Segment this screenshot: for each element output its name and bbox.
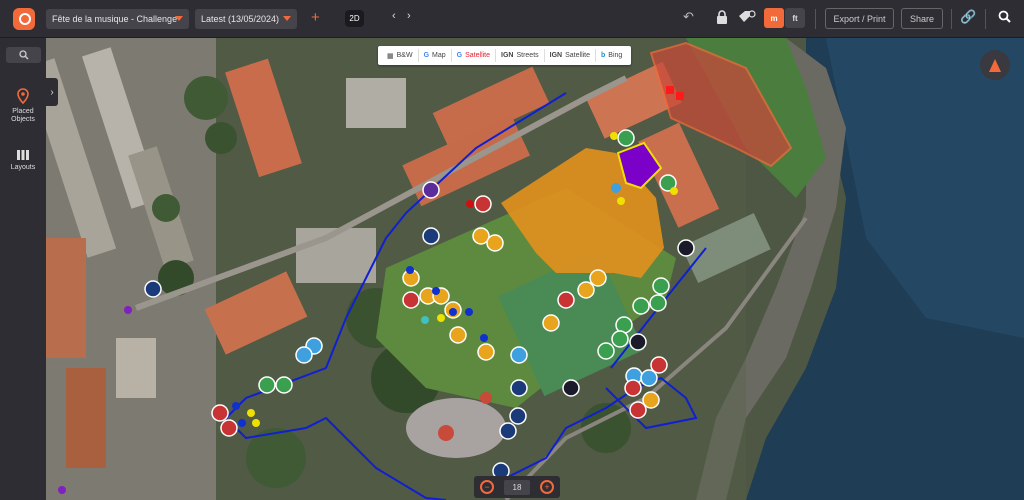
chevron-left-icon[interactable]: ‹ [392,10,396,22]
layer-icon: ▦ [387,52,394,60]
version-select[interactable]: Latest (13/05/2024) [195,9,297,29]
bing-icon: b [601,52,606,59]
map-layer-switcher: ▦ B&W G Map G Satellite IGN Streets IGN Satel… [378,46,632,65]
layer-option-map[interactable]: G Map [419,49,452,62]
toolbar-divider [815,9,816,29]
link-icon[interactable]: 🔗 [960,9,976,25]
sidebar-item-placed-objects[interactable]: Placed Objects [0,88,46,124]
event-select-value: Fête de la musique - Challenge [52,14,178,24]
sidebar-item-label: Placed Objects [11,108,35,123]
layer-label: Bing [608,52,623,59]
tag-visibility-icon[interactable] [738,10,756,27]
sidebar-item-layouts[interactable]: Layouts [0,150,46,172]
unit-feet-button[interactable]: ft [785,8,805,28]
zoom-control: − 18 + [474,476,560,498]
sidebar-search-button[interactable] [6,47,41,63]
toolbar-divider [985,9,986,29]
layer-option-streets[interactable]: IGN Streets [496,49,545,62]
map-pin-icon [0,88,46,105]
google-icon: G [423,52,430,59]
zoom-level-value: 18 [504,479,530,495]
export-print-button[interactable]: Export / Print [825,8,894,29]
layer-label: Streets [516,52,539,59]
undo-icon[interactable]: ↶ [683,9,694,25]
event-select[interactable]: Fête de la musique - Challenge [46,9,189,29]
layer-option-bing[interactable]: b Bing [596,49,627,62]
layer-label: Map [432,52,446,59]
layer-label: B&W [396,52,413,59]
top-toolbar: Fête de la musique - Challenge Latest (1… [0,0,1024,38]
layer-option-satellite-google[interactable]: G Satellite [452,49,497,62]
share-button[interactable]: Share [901,8,943,29]
search-icon[interactable] [998,10,1011,26]
lock-icon[interactable] [716,10,728,27]
sidebar-toggle-button[interactable]: › [46,78,58,106]
left-sidebar: Placed Objects Layouts [0,38,46,500]
version-select-value: Latest (13/05/2024) [201,14,280,24]
chevron-down-icon [175,16,183,21]
app-logo[interactable] [13,8,35,30]
zoom-in-button[interactable]: + [540,480,554,494]
ign-icon: IGN [549,52,563,59]
zoom-out-button[interactable]: − [480,480,494,494]
map-canvas[interactable]: ▦ B&W G Map G Satellite IGN Streets IGN Satel… [46,38,1024,500]
layer-option-satellite-ign[interactable]: IGN Satellite [545,49,597,62]
chevron-down-icon [283,16,291,21]
layer-label: Satellite [565,52,591,59]
google-icon: G [456,52,463,59]
ign-icon: IGN [501,52,514,59]
layer-label: Satellite [465,52,491,59]
add-icon[interactable]: + [311,9,320,26]
chevron-right-icon[interactable]: › [407,10,411,22]
sidebar-item-label: Layouts [10,164,36,171]
compass-icon[interactable] [980,50,1010,80]
toolbar-divider [951,9,952,29]
layouts-icon [0,150,46,160]
unit-meters-button[interactable]: m [764,8,784,28]
satellite-imagery [46,38,1024,500]
view-mode-toggle[interactable]: 2D [345,10,364,27]
layer-option-bw[interactable]: ▦ B&W [382,49,419,62]
